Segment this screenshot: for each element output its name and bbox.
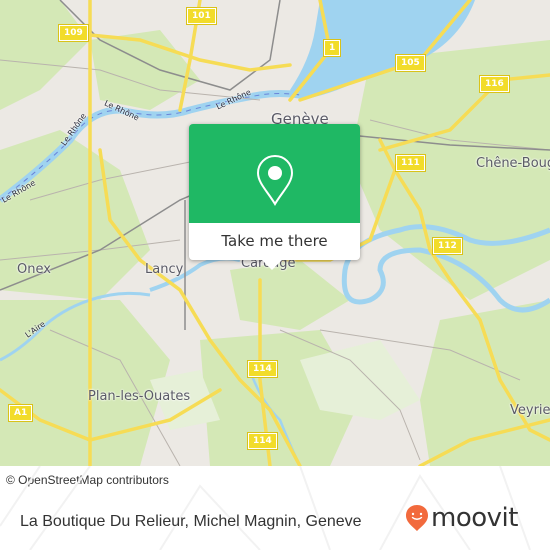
place-label-chene-bougeries: Chêne-Boug: [476, 156, 550, 171]
road-shield-1: 1: [322, 39, 342, 57]
road-shield-a1: A1: [7, 404, 34, 422]
road-shield-111: 111: [395, 154, 426, 172]
popup-header: [189, 124, 360, 223]
place-label-veyrier: Veyrie: [510, 403, 550, 418]
moovit-wordmark: moovit: [431, 503, 518, 533]
location-popup: Take me there: [189, 124, 360, 270]
road-shield-101: 101: [186, 7, 217, 25]
place-label-lancy: Lancy: [145, 262, 184, 277]
road-shield-116: 116: [479, 75, 510, 93]
road-shield-114: 114: [247, 360, 278, 378]
moovit-logo[interactable]: moovit: [405, 504, 518, 532]
map-pin-icon: [256, 154, 294, 206]
road-shield-112: 112: [432, 237, 463, 255]
place-label-onex: Onex: [17, 262, 51, 277]
road-shield-109: 109: [58, 24, 89, 42]
road-shield-114: 114: [247, 432, 278, 450]
moovit-pin-icon: [406, 505, 428, 531]
popup-pointer: [262, 260, 282, 270]
road-shield-105: 105: [395, 54, 426, 72]
place-label-plan-les-ouates: Plan-les-Ouates: [88, 389, 191, 404]
take-me-there-button[interactable]: Take me there: [189, 223, 360, 260]
place-name: La Boutique Du Relieur, Michel Magnin, G…: [20, 513, 362, 530]
